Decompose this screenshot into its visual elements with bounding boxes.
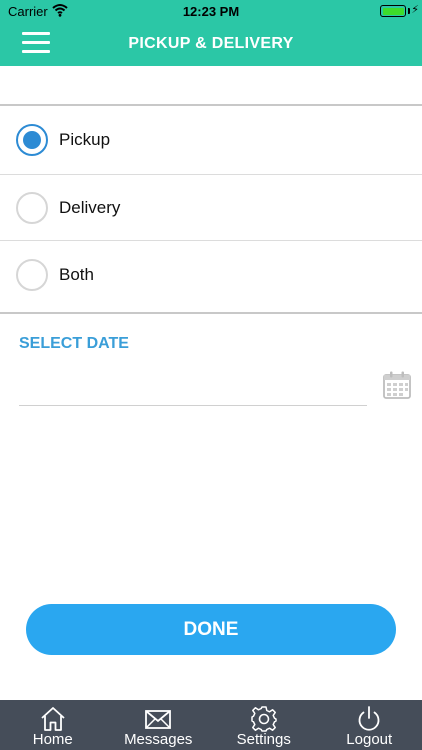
nav-bar: PICKUP & DELIVERY — [0, 22, 422, 66]
tab-bar: Home Messages Settings Logout — [0, 700, 422, 750]
option-pickup[interactable]: Pickup — [0, 107, 422, 173]
divider — [0, 104, 422, 106]
page-title: PICKUP & DELIVERY — [128, 35, 294, 52]
radio-button-delivery[interactable] — [16, 192, 48, 224]
status-bar: Carrier 12:23 PM ⚡ — [0, 0, 422, 22]
done-button[interactable]: DONE — [26, 604, 396, 655]
tab-home[interactable]: Home — [0, 700, 106, 750]
charging-icon: ⚡ — [411, 4, 419, 16]
divider — [0, 312, 422, 314]
option-delivery[interactable]: Delivery — [0, 175, 422, 241]
gear-icon — [251, 706, 277, 732]
power-icon — [358, 706, 380, 731]
tab-label: Settings — [236, 731, 291, 748]
calendar-icon[interactable] — [382, 370, 412, 400]
home-icon — [41, 707, 65, 731]
option-label: Both — [59, 265, 94, 284]
battery-icon — [380, 5, 406, 17]
date-input[interactable] — [19, 362, 367, 406]
tab-logout[interactable]: Logout — [317, 700, 422, 750]
option-both[interactable]: Both — [0, 242, 422, 308]
radio-button-both[interactable] — [16, 259, 48, 291]
tab-label: Messages — [124, 731, 193, 748]
option-label: Pickup — [59, 130, 111, 149]
radio-button-pickup[interactable] — [16, 124, 48, 156]
tab-label: Logout — [346, 731, 393, 748]
tab-settings[interactable]: Settings — [211, 700, 317, 750]
battery-tip — [408, 8, 410, 14]
tab-messages[interactable]: Messages — [106, 700, 212, 750]
select-date-label: SELECT DATE — [19, 335, 129, 352]
status-time: 12:23 PM — [182, 4, 240, 19]
tab-label: Home — [32, 731, 73, 748]
option-label: Delivery — [59, 198, 121, 217]
envelope-icon — [145, 710, 172, 729]
